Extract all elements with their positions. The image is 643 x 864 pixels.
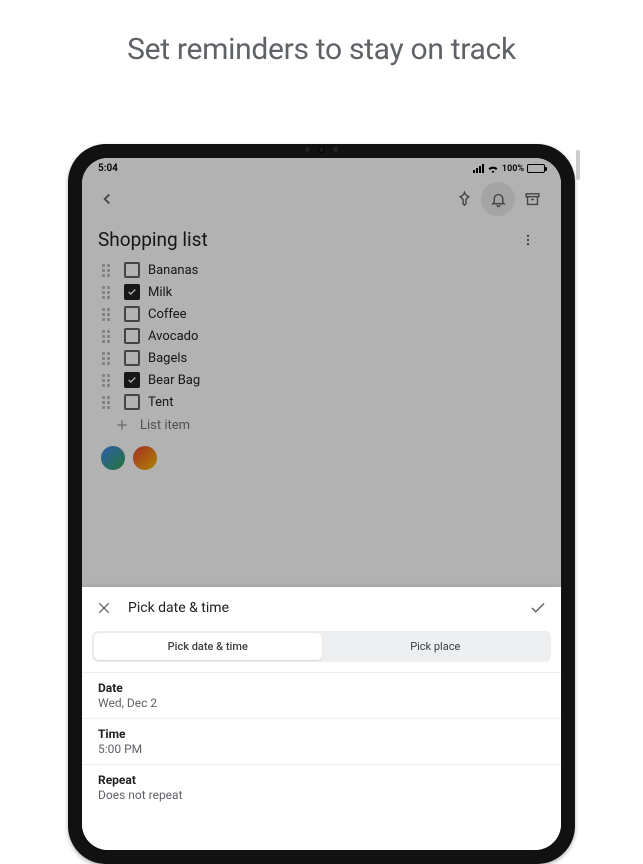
segmented-control: Pick date & time Pick place — [92, 631, 551, 662]
item-label[interactable]: Coffee — [148, 307, 187, 322]
field-value: 5:00 PM — [98, 742, 545, 756]
add-item-placeholder: List item — [140, 418, 190, 433]
promo-title: Set reminders to stay on track — [0, 0, 643, 67]
list-item: Milk — [102, 281, 547, 303]
close-button[interactable] — [96, 600, 112, 616]
signal-icon — [473, 164, 484, 173]
checkbox[interactable] — [124, 394, 140, 410]
checkbox[interactable] — [124, 284, 140, 300]
field-time[interactable]: Time 5:00 PM — [82, 718, 561, 764]
check-icon — [529, 599, 547, 617]
device-notch — [282, 142, 362, 156]
list-item: Coffee — [102, 303, 547, 325]
item-label[interactable]: Tent — [148, 395, 173, 410]
checklist: Bananas Milk Coffee Avocado Bagels Bear Bag Te… — [96, 259, 547, 413]
drag-handle-icon[interactable] — [102, 330, 116, 343]
field-repeat[interactable]: Repeat Does not repeat — [82, 764, 561, 810]
reminder-button[interactable] — [481, 182, 515, 216]
plus-icon — [114, 417, 130, 433]
list-item: Bananas — [102, 259, 547, 281]
checkbox[interactable] — [124, 306, 140, 322]
status-bar: 5:04 100% — [82, 158, 561, 176]
field-value: Wed, Dec 2 — [98, 696, 545, 710]
add-list-item[interactable]: List item — [96, 413, 547, 433]
checkbox[interactable] — [124, 328, 140, 344]
drag-handle-icon[interactable] — [102, 396, 116, 409]
close-icon — [96, 600, 112, 616]
wifi-icon — [487, 164, 499, 173]
drag-handle-icon[interactable] — [102, 264, 116, 277]
drag-handle-icon[interactable] — [102, 286, 116, 299]
archive-button[interactable] — [515, 182, 549, 216]
pin-button[interactable] — [447, 182, 481, 216]
collaborators[interactable] — [96, 433, 547, 471]
field-label: Time — [98, 727, 545, 741]
status-time: 5:04 — [98, 163, 118, 174]
checkbox[interactable] — [124, 350, 140, 366]
reminder-sheet: Pick date & time Pick date & time Pick p… — [82, 587, 561, 850]
field-label: Date — [98, 681, 545, 695]
field-value: Does not repeat — [98, 788, 545, 802]
list-item: Bagels — [102, 347, 547, 369]
drag-handle-icon[interactable] — [102, 308, 116, 321]
confirm-button[interactable] — [529, 599, 547, 617]
list-item: Bear Bag — [102, 369, 547, 391]
field-label: Repeat — [98, 773, 545, 787]
list-item: Avocado — [102, 325, 547, 347]
note-title[interactable]: Shopping list — [98, 228, 208, 251]
item-label[interactable]: Bear Bag — [148, 373, 200, 388]
drag-handle-icon[interactable] — [102, 374, 116, 387]
back-button[interactable] — [90, 182, 124, 216]
battery-icon — [527, 164, 545, 173]
more-button[interactable] — [521, 233, 545, 247]
sheet-title: Pick date & time — [128, 600, 513, 616]
tab-pick-place[interactable]: Pick place — [322, 633, 550, 660]
item-label[interactable]: Milk — [148, 285, 172, 300]
note-toolbar — [82, 176, 561, 222]
tab-pick-date-time[interactable]: Pick date & time — [94, 633, 322, 660]
tablet-frame: 5:04 100% — [68, 144, 575, 864]
checkbox[interactable] — [124, 262, 140, 278]
drag-handle-icon[interactable] — [102, 352, 116, 365]
checkbox[interactable] — [124, 372, 140, 388]
item-label[interactable]: Bagels — [148, 351, 187, 366]
list-item: Tent — [102, 391, 547, 413]
battery-percent: 100% — [502, 164, 524, 174]
device-side-button — [576, 150, 580, 180]
item-label[interactable]: Avocado — [148, 329, 198, 344]
avatar[interactable] — [100, 445, 126, 471]
avatar[interactable] — [132, 445, 158, 471]
field-date[interactable]: Date Wed, Dec 2 — [82, 672, 561, 718]
item-label[interactable]: Bananas — [148, 263, 198, 278]
